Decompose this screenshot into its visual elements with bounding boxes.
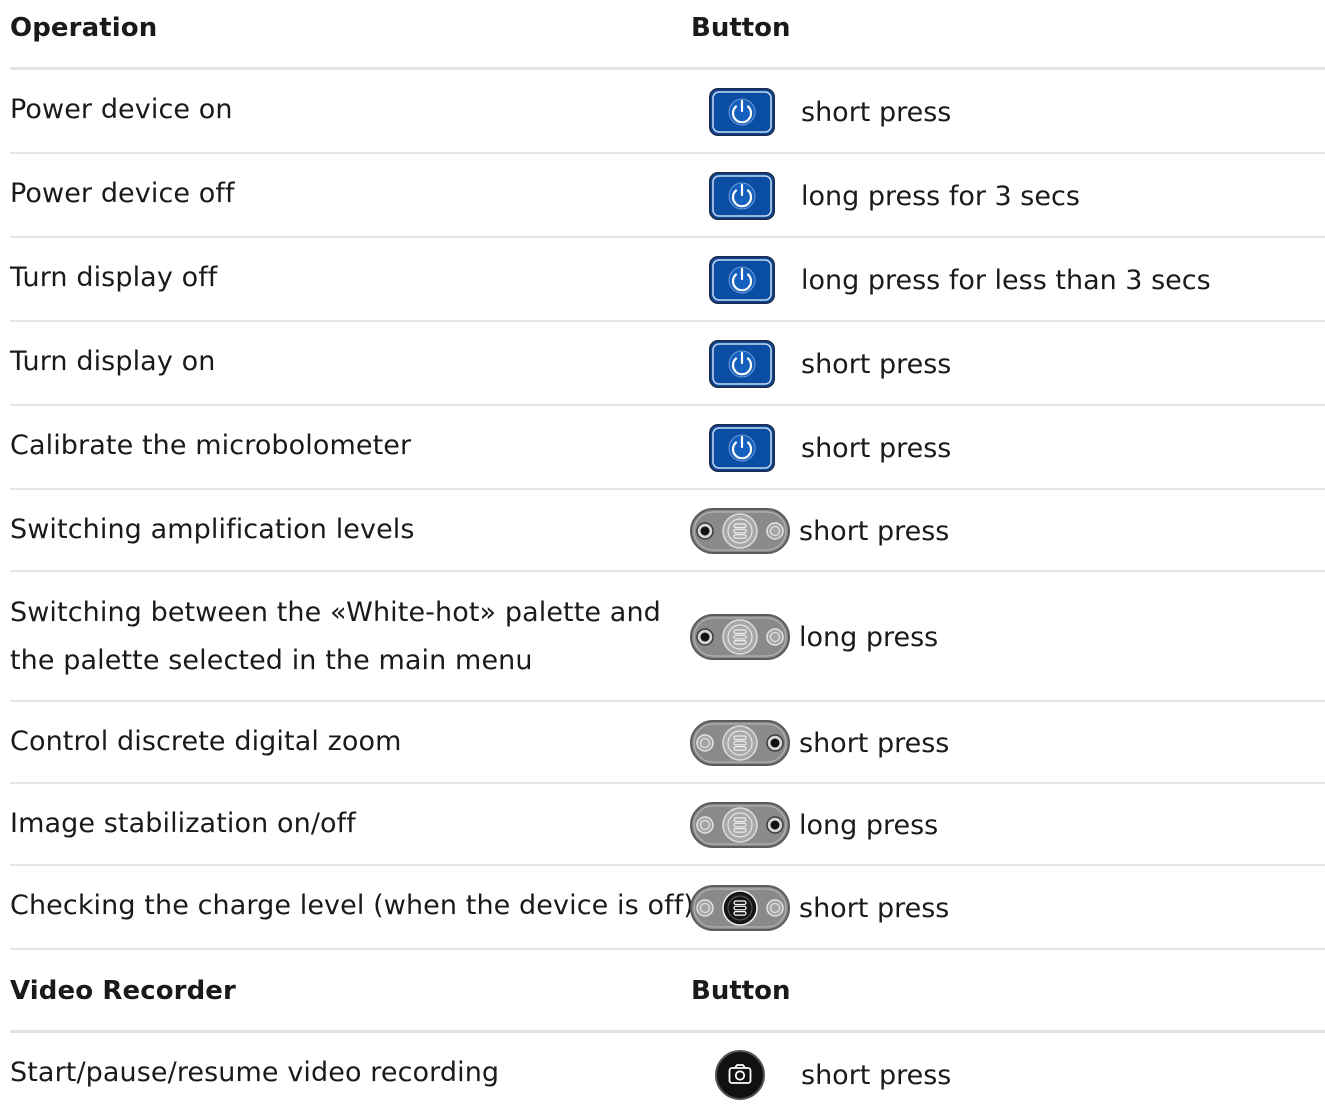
press-type: short press [801,432,952,464]
operation-text: Power device off [10,178,235,209]
button-cell: short press [690,86,951,138]
header-button: Button [691,976,791,1006]
press-type: short press [801,96,952,128]
button-cell: short press [690,508,949,554]
table-row: Calibrate the microbolometer short press [10,406,1325,490]
header-operation: Operation [10,13,158,43]
operation-line: Switching between the «White-hot» palett… [10,597,661,628]
rocker-button-left-pressed-icon [690,614,790,660]
table-row: Switching amplification levels short pre… [10,490,1325,572]
table-row: Switching between the «White-hot» palett… [10,572,1325,702]
press-type: long press [799,809,939,841]
press-type: long press [799,621,939,653]
button-cell: long press for 3 secs [690,170,1080,222]
power-button-icon [690,424,790,472]
press-type: short press [799,727,950,759]
power-button-icon [690,256,790,304]
table-row: Start/pause/resume video recording short… [10,1033,1325,1106]
press-type: short press [799,892,950,924]
rocker-button-right-pressed-icon [690,720,790,766]
operation-text: Checking the charge level (when the devi… [10,890,694,921]
table-row: Turn display on short press [10,322,1325,406]
table-header-video-recorder: Video Recorder Button [10,950,1325,1033]
rocker-button-left-pressed-icon [690,508,790,554]
operation-text: Turn display on [10,346,216,377]
button-cell: short press [690,422,951,474]
camera-button-icon [690,1050,790,1100]
button-cell: short press [690,338,951,390]
header-button: Button [691,13,791,43]
operation-text: Calibrate the microbolometer [10,430,412,461]
operation-text: Turn display off [10,262,218,293]
table-row: Image stabilization on/off long press [10,784,1325,866]
table-row: Control discrete digital zoom short pres… [10,702,1325,784]
header-operation: Video Recorder [10,976,236,1006]
button-cell: short press [690,720,949,766]
button-cell: short press [690,885,949,931]
table-row: Power device on short press [10,70,1325,154]
operation-line: the palette selected in the main menu [10,645,533,676]
table-row: Turn display off long press for less tha… [10,238,1325,322]
press-type: short press [799,515,950,547]
power-button-icon [690,172,790,220]
button-cell: long press [690,802,938,848]
power-button-icon [690,340,790,388]
table-header: Operation Button [10,0,1325,70]
button-cell: short press [690,1049,951,1101]
rocker-button-right-pressed-icon [690,802,790,848]
table-row: Power device off long press for 3 secs [10,154,1325,238]
operation-text: Switching between the «White-hot» palett… [10,589,661,685]
press-type: short press [801,348,952,380]
press-type: long press for 3 secs [801,180,1080,212]
operation-text: Power device on [10,94,233,125]
press-type: long press for less than 3 secs [801,264,1211,296]
power-button-icon [690,88,790,136]
press-type: short press [801,1059,952,1091]
button-cell: long press [690,614,938,660]
button-cell: long press for less than 3 secs [690,254,1211,306]
operation-text: Control discrete digital zoom [10,726,402,757]
table-row: Checking the charge level (when the devi… [10,866,1325,950]
operation-text: Start/pause/resume video recording [10,1057,500,1088]
rocker-button-center-pressed-icon [690,885,790,931]
operation-text: Image stabilization on/off [10,808,356,839]
operation-text: Switching amplification levels [10,514,415,545]
